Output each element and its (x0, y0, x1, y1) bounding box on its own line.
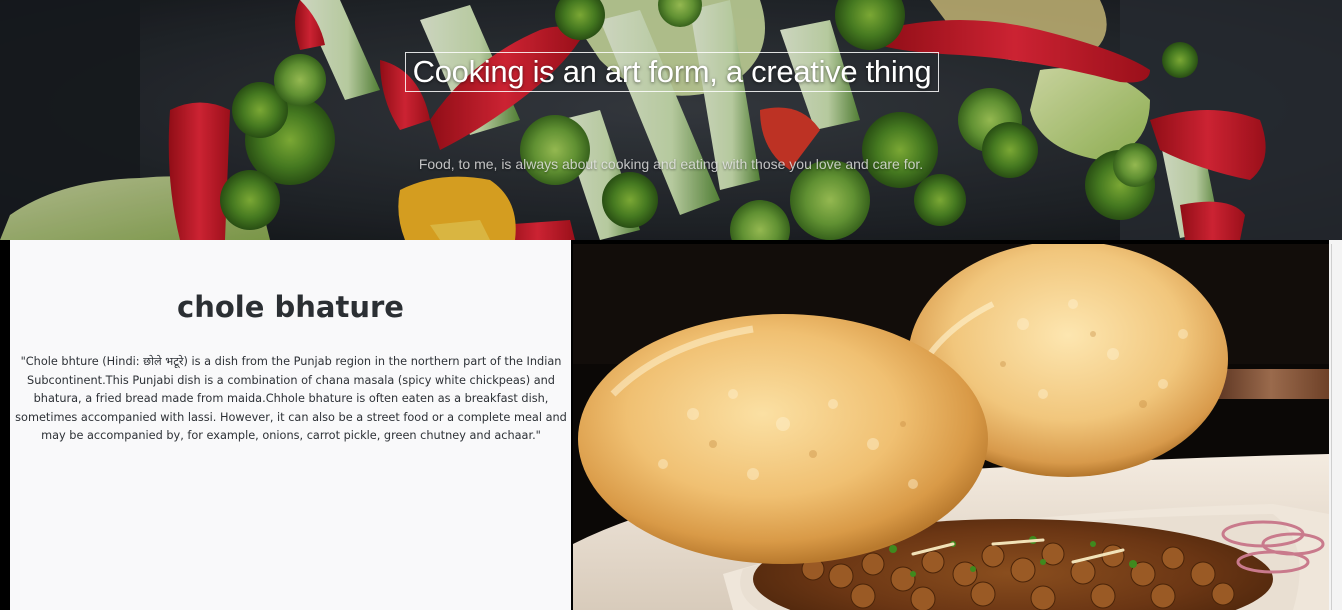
dish-section: chole bhature "Chole bhture (Hindi: छोले… (0, 240, 1342, 610)
dish-title: chole bhature (177, 290, 404, 324)
hero-title: Cooking is an art form, a creative thing (405, 52, 939, 92)
hero-banner: Cooking is an art form, a creative thing… (0, 0, 1342, 240)
page-right-edge-line (1331, 244, 1332, 610)
dish-description: "Chole bhture (Hindi: छोले भटूरे) is a d… (15, 355, 567, 443)
dish-image (573, 244, 1329, 610)
chole-bhature-photo (573, 244, 1329, 610)
hero-subtitle: Food, to me, is always about cooking and… (418, 156, 924, 172)
dish-text-panel: chole bhature "Chole bhture (Hindi: छोले… (10, 240, 571, 610)
vegetables-background-image (0, 0, 1342, 240)
